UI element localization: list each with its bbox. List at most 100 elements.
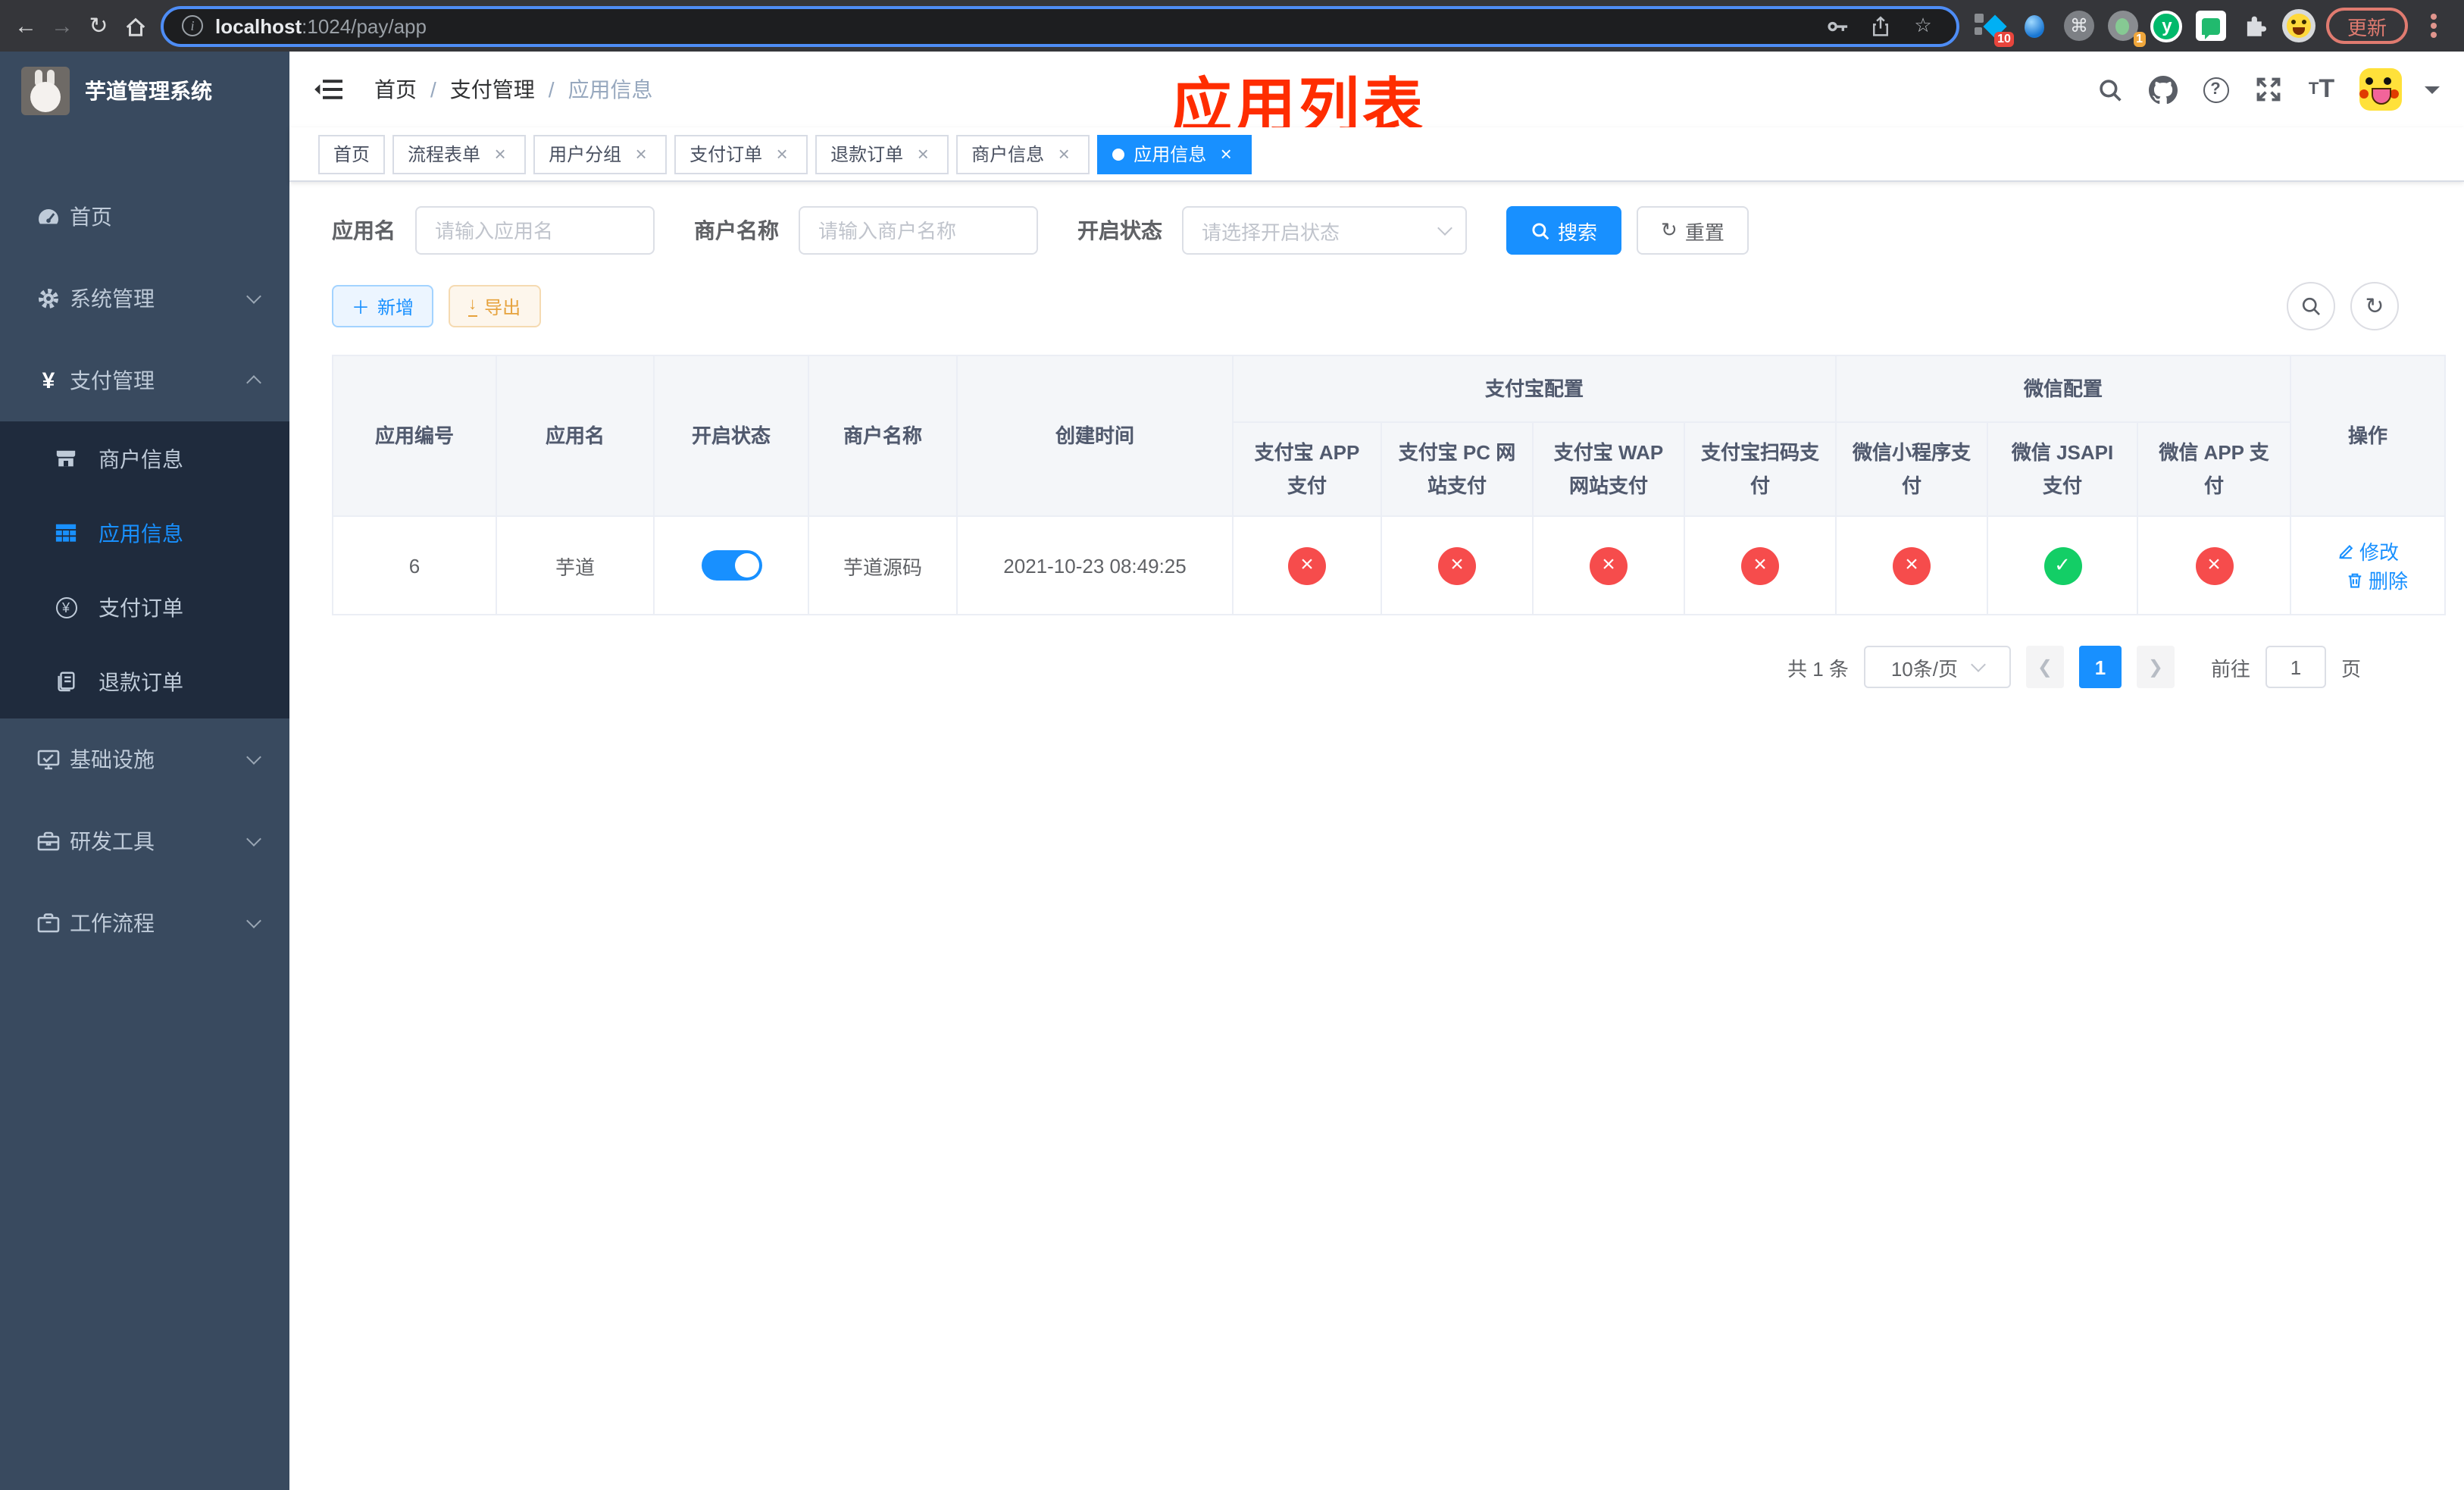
current-page-button[interactable]: 1 (2078, 646, 2122, 688)
group-wechat-config: 微信配置 (1835, 355, 2292, 423)
tab-process-form[interactable]: 流程表单 × (392, 134, 527, 174)
tab-pay-order[interactable]: 支付订单 × (674, 134, 808, 174)
status-toggle[interactable] (701, 550, 761, 581)
payment-submenu: 商户信息 应用信息 ¥ 支付订单 退款订单 (0, 421, 289, 718)
bookmark-star-icon[interactable]: ☆ (1908, 14, 1938, 38)
extension-badge: 10 (1994, 32, 2014, 47)
table-row: 6 芋道 芋道源码 2021-10-23 08:49:25 × × × × × … (332, 515, 2447, 615)
goto-page-input[interactable] (2265, 646, 2326, 688)
font-size-icon[interactable]: TT (2306, 74, 2337, 105)
sidebar-item-app-info[interactable]: 应用信息 (0, 496, 289, 570)
col-merchant: 商户名称 (808, 355, 958, 517)
page-size-select[interactable]: 10条/页 (1863, 646, 2011, 688)
breadcrumb-payment[interactable]: 支付管理 (450, 74, 535, 105)
export-button-label: 导出 (484, 296, 521, 318)
prev-page-button[interactable]: ❮ (2025, 646, 2064, 688)
browser-profile-avatar[interactable] (2281, 9, 2315, 42)
sidebar-item-home[interactable]: 首页 (0, 176, 289, 258)
screen: ← → ↻ i localhost:1024/pay/app ☆ 10 ⌘ 1 … (0, 0, 2464, 1490)
add-button[interactable]: ＋ 新增 (332, 285, 434, 327)
toggle-search-button[interactable] (2287, 282, 2335, 330)
tab-close-icon[interactable]: × (1053, 143, 1074, 164)
header-search-icon[interactable] (2094, 74, 2125, 105)
tab-refund-order[interactable]: 退款订单 × (815, 134, 949, 174)
forward-icon[interactable]: → (45, 8, 79, 44)
sidebar-item-pay-order[interactable]: ¥ 支付订单 (0, 570, 289, 644)
tab-merchant-info[interactable]: 商户信息 × (956, 134, 1090, 174)
browser-update-button[interactable]: 更新 (2325, 8, 2408, 44)
reload-icon[interactable]: ↻ (82, 8, 115, 44)
sidebar-item-merchant-info[interactable]: 商户信息 (0, 421, 289, 496)
user-avatar[interactable] (2359, 68, 2402, 111)
export-button[interactable]: ↓ 导出 (449, 285, 541, 327)
chevron-down-icon (1437, 221, 1452, 236)
chat-extension-icon[interactable] (2194, 9, 2228, 42)
shop-icon (55, 447, 77, 470)
key-icon[interactable] (1823, 14, 1853, 37)
tab-close-icon[interactable]: × (771, 143, 793, 164)
help-icon[interactable]: ? (2200, 74, 2231, 105)
command-extension-icon[interactable]: ⌘ (2062, 9, 2096, 42)
recorder-extension-icon[interactable]: 1 (2106, 9, 2146, 47)
page-size-value: 10条/页 (1890, 657, 1958, 680)
balloon-extension-icon[interactable] (2018, 9, 2052, 42)
cell-actions: 修改 删除 (2290, 515, 2447, 615)
next-page-button[interactable]: ❯ (2136, 646, 2175, 688)
tab-label: 退款订单 (830, 144, 904, 165)
tab-label: 应用信息 (1134, 144, 1207, 165)
breadcrumb-home[interactable]: 首页 (374, 74, 417, 105)
extensions-puzzle-icon[interactable] (2238, 9, 2272, 42)
delete-link[interactable]: 删除 (2346, 565, 2408, 594)
col-actions: 操作 (2290, 355, 2447, 517)
github-icon[interactable] (2147, 74, 2178, 105)
tab-home[interactable]: 首页 (318, 134, 386, 174)
tab-user-group[interactable]: 用户分组 × (533, 134, 668, 174)
monitor-icon (36, 747, 61, 772)
back-icon[interactable]: ← (9, 8, 42, 44)
sidebar-item-workflow[interactable]: 工作流程 (0, 882, 289, 964)
avatar-caret-icon[interactable] (2425, 86, 2440, 101)
status-select[interactable]: 请选择开启状态 (1182, 206, 1467, 255)
browser-menu-icon[interactable] (2431, 23, 2437, 29)
address-bar[interactable]: i localhost:1024/pay/app ☆ (161, 5, 1959, 46)
app-name-input[interactable] (415, 206, 655, 255)
share-icon[interactable] (1865, 14, 1896, 37)
sidebar-item-system[interactable]: 系统管理 (0, 258, 289, 340)
pinned-extension-icon[interactable]: 10 (1974, 9, 2014, 47)
sidebar-item-infra[interactable]: 基础设施 (0, 718, 289, 800)
pay-circle-icon: ¥ (55, 596, 77, 618)
sidebar-toggle-icon[interactable] (314, 77, 344, 102)
chevron-down-icon (246, 750, 261, 765)
sidebar-logo-row[interactable]: 芋道管理系统 (0, 52, 289, 130)
tab-close-icon[interactable]: × (630, 143, 652, 164)
col-wx-miniapp: 微信小程序支付 (1835, 421, 1989, 517)
tab-label: 用户分组 (549, 144, 622, 165)
page-content: 应用名 商户名称 开启状态 请选择开启状态 (289, 182, 2464, 1490)
site-info-icon[interactable]: i (182, 15, 203, 36)
search-button[interactable]: 搜索 (1506, 206, 1622, 255)
sidebar-item-refund-order[interactable]: 退款订单 (0, 644, 289, 718)
yuque-extension-icon[interactable]: y (2150, 9, 2184, 42)
home-icon[interactable] (118, 8, 152, 44)
sidebar-item-label: 支付订单 (98, 595, 183, 619)
tab-label: 商户信息 (971, 144, 1045, 165)
merchant-name-input[interactable] (799, 206, 1038, 255)
fullscreen-icon[interactable] (2253, 74, 2284, 105)
refresh-button[interactable]: ↻ (2350, 282, 2399, 330)
tab-close-icon[interactable]: × (1215, 143, 1237, 164)
trash-icon (2348, 572, 2362, 587)
sidebar: 芋道管理系统 首页 系统管理 ¥ 支付管理 商户信息 应用信息 ¥ 支付订单 退… (0, 52, 289, 1490)
url-text[interactable]: localhost:1024/pay/app (215, 14, 1811, 37)
tab-close-icon[interactable]: × (489, 143, 511, 164)
col-status: 开启状态 (653, 355, 809, 517)
browser-toolbar: ← → ↻ i localhost:1024/pay/app ☆ 10 ⌘ 1 … (0, 0, 2464, 52)
tab-app-info[interactable]: 应用信息 × (1097, 134, 1252, 174)
edit-link[interactable]: 修改 (2337, 537, 2399, 565)
reset-button[interactable]: ↻ 重置 (1637, 206, 1749, 255)
goto-label: 前往 (2210, 657, 2250, 680)
sidebar-item-devtools[interactable]: 研发工具 (0, 800, 289, 882)
reset-button-label: 重置 (1684, 221, 1724, 243)
tab-close-icon[interactable]: × (912, 143, 933, 164)
sidebar-item-payment[interactable]: ¥ 支付管理 (0, 340, 289, 421)
sidebar-item-label: 支付管理 (70, 368, 155, 393)
